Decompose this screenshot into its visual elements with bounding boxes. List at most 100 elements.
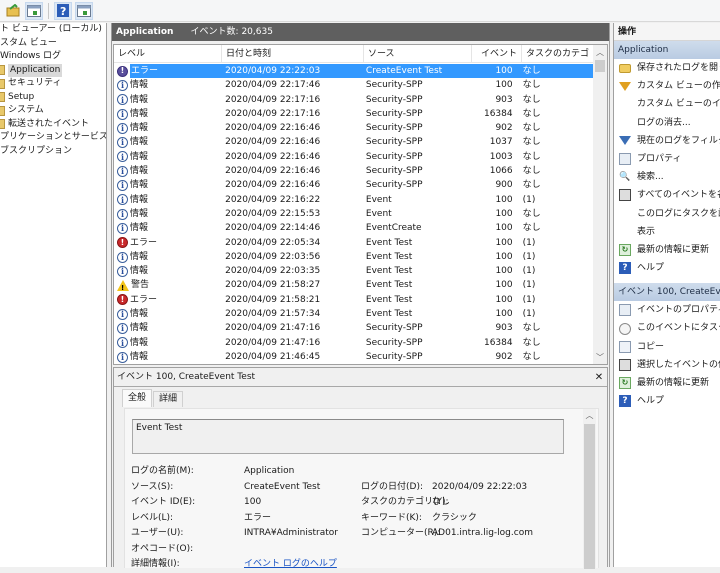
tree-item-label: ブスクリプション [0, 145, 73, 156]
action-item[interactable]: 現在のログをフィルター... [614, 132, 720, 150]
action-item[interactable]: ログの消去... [614, 114, 720, 132]
source-cell: EventCreate [365, 223, 422, 234]
level-text: 警告 [131, 280, 150, 291]
show-hide-tree-button[interactable] [25, 1, 43, 20]
tab-general[interactable]: 全般 [122, 389, 153, 407]
event-row[interactable]: i 情報 2020/04/09 21:46:45 Security-SPP 902 なし [114, 350, 594, 364]
event-row[interactable]: i 情報 2020/04/09 22:16:46 Security-SPP 900 なし [114, 178, 594, 192]
event-row[interactable]: i 情報 2020/04/09 22:03:35 Event Test 100 (1) [114, 264, 594, 278]
action-item[interactable]: コピー [614, 338, 720, 356]
column-header-source[interactable]: ソース [364, 45, 472, 62]
tree-item[interactable]: ト ビューアー (ローカル) [0, 23, 106, 37]
event-row[interactable]: i 情報 2020/04/09 22:17:16 Security-SPP 16384 な… [114, 107, 594, 121]
help-icon: ? [619, 395, 631, 408]
column-header-date[interactable]: 日付と時刻 [222, 45, 364, 62]
action-item[interactable]: 表示 [614, 223, 720, 241]
level-text: 情報 [130, 137, 149, 148]
event-id-cell: 100 [495, 208, 513, 219]
event-row[interactable]: i 情報 2020/04/09 22:17:46 Security-SPP 100 なし [114, 78, 594, 92]
task-category-cell: なし [522, 123, 541, 134]
event-id-cell: 100 [469, 64, 519, 79]
date-cell: 2020/04/09 22:03:35 [225, 266, 321, 277]
action-item[interactable]: カスタム ビューの作成... [614, 77, 720, 95]
tree-item[interactable]: セキュリティ [0, 77, 106, 91]
action-item[interactable]: このイベントにタスクを設定... [614, 319, 720, 337]
tree-item[interactable]: スタム ビュー [0, 37, 106, 51]
task-category-value: なし [432, 497, 451, 507]
column-header-task-category[interactable]: タスクのカテゴリ [522, 45, 598, 77]
event-log-help-link[interactable]: イベント ログのヘルプ [244, 557, 361, 573]
event-row[interactable]: i 情報 2020/04/09 22:16:46 Security-SPP 1037 なし [114, 135, 594, 149]
action-label: 現在のログをフィルター... [637, 135, 720, 146]
open-saved-log-icon [619, 63, 631, 73]
event-row[interactable]: ! エラー 2020/04/09 21:58:21 Event Test 100 (1) [114, 293, 594, 307]
event-description[interactable]: Event Test [132, 419, 564, 454]
properties-icon [619, 153, 631, 166]
action-item[interactable]: ? ヘルプ [614, 392, 720, 410]
date-cell: 2020/04/09 22:14:46 [225, 223, 321, 234]
help-button[interactable]: ? [54, 1, 72, 20]
actions-section-header[interactable]: イベント 100, CreateEvent Test [614, 283, 720, 302]
tree-item[interactable]: 転送されたイベント [0, 118, 106, 132]
tree-item-label: 転送されたイベント [8, 118, 90, 129]
tree-item[interactable]: システム [0, 104, 106, 118]
help-icon: ? [57, 4, 69, 17]
event-row[interactable]: i 情報 2020/04/09 22:15:53 Event 100 なし [114, 207, 594, 221]
action-item[interactable]: ? ヘルプ [614, 259, 720, 277]
actions-section-header[interactable]: Application [614, 41, 720, 59]
action-item[interactable]: プロパティ [614, 150, 720, 168]
event-row[interactable]: i 情報 2020/04/09 22:16:46 Security-SPP 1066 なし [114, 164, 594, 178]
column-header-event-id[interactable]: イベント ID [472, 45, 522, 77]
action-item[interactable]: 保存されたログを開く... [614, 59, 720, 77]
column-header-level[interactable]: レベル [114, 45, 222, 62]
user-value: INTRA¥Administrator [244, 528, 339, 538]
tree-item[interactable]: Setup [0, 91, 106, 105]
event-row[interactable]: i 情報 2020/04/09 21:47:16 Security-SPP 16384 な… [114, 336, 594, 350]
action-item[interactable]: 🔍 検索... [614, 168, 720, 186]
log-name-label: ログの名前(M): [131, 466, 194, 476]
tree-item[interactable]: ブスクリプション [0, 145, 106, 159]
tree-item[interactable]: Application [0, 63, 106, 77]
action-item[interactable]: ↻ 最新の情報に更新 [614, 374, 720, 392]
source-cell: Event Test [365, 280, 413, 291]
action-item[interactable]: すべてのイベントを名前を付けて保存... [614, 186, 720, 204]
level-cell: i 情報 [114, 264, 221, 278]
info-icon: i [117, 122, 128, 134]
task-category-cell: なし [522, 94, 541, 105]
detail-scrollbar[interactable]: ︿ [583, 409, 596, 569]
action-item[interactable]: イベントのプロパティ [614, 301, 720, 319]
event-row[interactable]: ! エラー 2020/04/09 22:22:03 CreateEvent Test 1… [114, 64, 594, 79]
action-item[interactable]: 選択したイベントの保存... [614, 356, 720, 374]
event-row[interactable]: ! エラー 2020/04/09 22:05:34 Event Test 100 (1) [114, 236, 594, 250]
detail-scroll-thumb[interactable] [584, 424, 595, 569]
scroll-up-arrow-icon[interactable]: ︿ [593, 45, 607, 59]
show-hide-action-pane-button[interactable] [75, 1, 93, 20]
event-row[interactable]: i 情報 2020/04/09 21:47:16 Security-SPP 903 なし [114, 321, 594, 335]
event-row[interactable]: i 情報 2020/04/09 22:16:46 Security-SPP 1003 なし [114, 150, 594, 164]
open-log-button[interactable] [4, 2, 22, 20]
detail-scroll-up-icon[interactable]: ︿ [583, 409, 596, 423]
tree-item[interactable]: Windows ログ [0, 50, 106, 64]
event-row[interactable]: i 情報 2020/04/09 22:03:56 Event Test 100 (1) [114, 250, 594, 264]
event-id-cell: 100 [495, 309, 513, 320]
event-row[interactable]: i 情報 2020/04/09 22:17:16 Security-SPP 903 なし [114, 93, 594, 107]
tab-details[interactable]: 詳細 [153, 391, 184, 407]
event-fields: ログの名前(M): Application ソース(S): CreateEven… [131, 464, 571, 573]
event-row[interactable]: ! 警告 2020/04/09 21:58:27 Event Test 100 (1) [114, 278, 594, 292]
left-splitter[interactable] [107, 23, 112, 567]
close-icon[interactable]: ✕ [591, 368, 607, 386]
event-row[interactable]: i 情報 2020/04/09 22:16:22 Event 100 (1) [114, 193, 594, 207]
event-row[interactable]: i 情報 2020/04/09 22:14:46 EventCreate 100 なし [114, 221, 594, 235]
tree-item[interactable]: プリケーションとサービス ログ [0, 131, 106, 145]
info-icon: i [117, 308, 128, 320]
action-item[interactable]: ↻ 最新の情報に更新 [614, 241, 720, 259]
scroll-thumb[interactable] [595, 60, 605, 72]
scroll-down-arrow-icon[interactable]: ﹀ [593, 350, 607, 364]
event-count: イベント数: 20,635 [190, 27, 273, 37]
event-list-scrollbar[interactable]: ︿ ﹀ [593, 45, 607, 364]
event-row[interactable]: i 情報 2020/04/09 22:16:46 Security-SPP 902 なし [114, 121, 594, 135]
event-row[interactable]: i 情報 2020/04/09 21:57:34 Event Test 100 (1) [114, 307, 594, 321]
action-item[interactable]: カスタム ビューのインポート... [614, 95, 720, 113]
level-text: 情報 [130, 266, 149, 277]
action-item[interactable]: このログにタスクを設定... [614, 205, 720, 223]
